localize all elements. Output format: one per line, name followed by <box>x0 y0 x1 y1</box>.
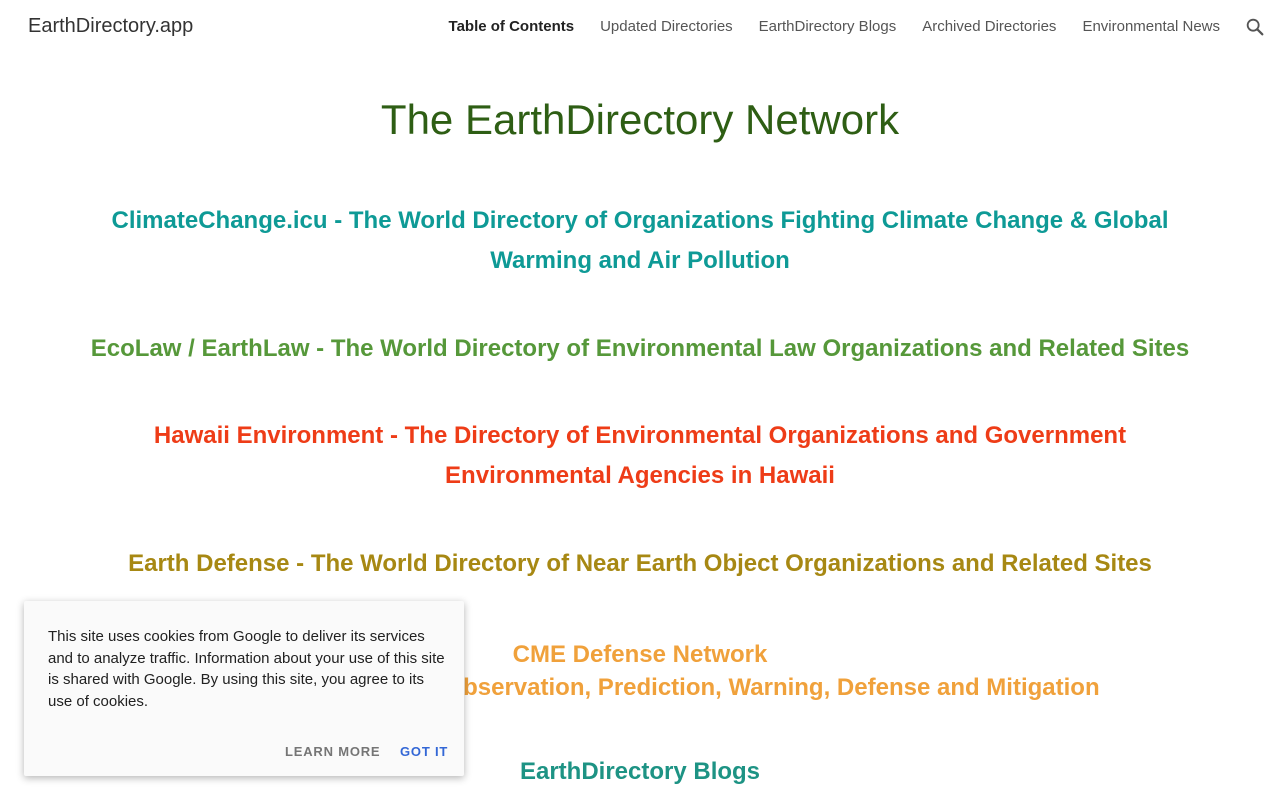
link-hawaii-environment[interactable]: Hawaii Environment - The Directory of En… <box>80 416 1200 496</box>
nav-item-archived-directories[interactable]: Archived Directories <box>922 18 1056 35</box>
nav-item-environmental-news[interactable]: Environmental News <box>1082 18 1220 35</box>
nav-item-table-of-contents[interactable]: Table of Contents <box>449 18 575 35</box>
site-header: EarthDirectory.app Table of Contents Upd… <box>0 0 1280 56</box>
search-button[interactable] <box>1242 14 1268 40</box>
nav-item-earthdirectory-blogs[interactable]: EarthDirectory Blogs <box>759 18 897 35</box>
link-climatechange[interactable]: ClimateChange.icu - The World Directory … <box>80 201 1200 281</box>
site-title-link[interactable]: EarthDirectory.app <box>28 15 193 38</box>
search-icon <box>1246 18 1264 36</box>
got-it-button[interactable]: GOT IT <box>400 744 448 759</box>
link-ecolaw[interactable]: EcoLaw / EarthLaw - The World Directory … <box>80 329 1200 369</box>
cookie-message: This site uses cookies from Google to de… <box>48 628 445 710</box>
page: EarthDirectory.app Table of Contents Upd… <box>0 0 1280 800</box>
nav-item-updated-directories[interactable]: Updated Directories <box>600 18 733 35</box>
learn-more-button[interactable]: LEARN MORE <box>285 744 380 759</box>
page-title: The EarthDirectory Network <box>380 96 900 143</box>
link-earth-defense[interactable]: Earth Defense - The World Directory of N… <box>80 544 1200 584</box>
cookie-banner: This site uses cookies from Google to de… <box>24 601 464 776</box>
top-nav: Table of Contents Updated Directories Ea… <box>449 18 1220 35</box>
